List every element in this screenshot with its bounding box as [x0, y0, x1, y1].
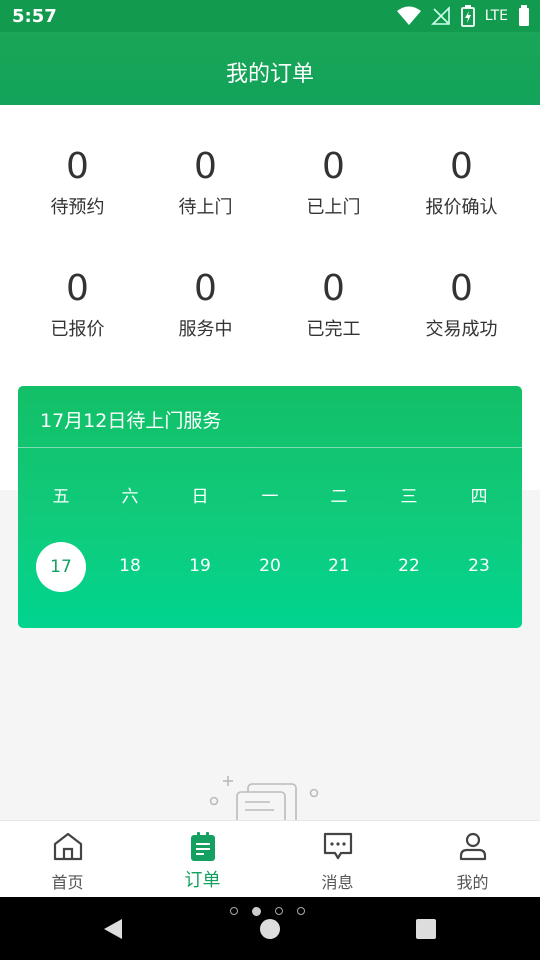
page-indicator: [230, 907, 305, 916]
tab-profile[interactable]: 我的: [405, 821, 540, 898]
stat-count: 0: [450, 146, 473, 187]
profile-icon: [459, 832, 486, 861]
stat-count: 0: [194, 268, 217, 309]
stat-count: 0: [66, 146, 89, 187]
calendar-day[interactable]: 22: [374, 556, 444, 576]
weekday-label: 四: [470, 487, 488, 507]
page-dot: [275, 907, 283, 915]
back-icon[interactable]: [102, 917, 124, 941]
weekday-label: 二: [330, 487, 348, 507]
stat-pending-appointment[interactable]: 0 待预约: [10, 147, 145, 219]
calendar-day[interactable]: 20: [235, 556, 305, 576]
stat-count: 0: [322, 146, 345, 187]
stat-quoted[interactable]: 0 已报价: [10, 269, 145, 341]
weekday-label: 三: [400, 487, 418, 507]
message-icon: [323, 832, 352, 860]
empty-orders-icon: [209, 776, 319, 822]
tab-label: 订单: [184, 870, 221, 891]
stat-completed[interactable]: 0 已完工: [266, 269, 401, 341]
tab-home[interactable]: 首页: [0, 821, 135, 898]
status-icons: LTE: [396, 5, 530, 27]
system-nav-bar: [0, 897, 540, 960]
page-dot: [230, 907, 238, 915]
no-signal-icon: [430, 6, 450, 25]
bottom-tab-bar: 首页 订单 消息 我的: [0, 820, 540, 897]
tab-label: 首页: [51, 873, 84, 892]
tab-label: 我的: [456, 873, 489, 892]
stat-in-service[interactable]: 0 服务中: [138, 269, 273, 341]
stat-deal-success[interactable]: 0 交易成功: [394, 269, 529, 341]
calendar-day[interactable]: 18: [95, 556, 165, 576]
home-button-icon[interactable]: [259, 918, 281, 940]
stat-count: 0: [322, 268, 345, 309]
calendar-day[interactable]: 19: [165, 556, 235, 576]
page-dot-active: [252, 907, 261, 916]
weekday-label: 六: [121, 487, 139, 507]
stat-label: 已完工: [306, 319, 361, 340]
stat-label: 待预约: [50, 197, 105, 218]
stat-label: 服务中: [178, 319, 233, 340]
wifi-icon: [396, 6, 421, 25]
stat-label: 待上门: [178, 197, 233, 218]
battery-icon: [519, 5, 529, 26]
calendar-card: 17月12日待上门服务 五 六 日 一 二 三 四 17 18 19 20 21…: [18, 386, 522, 628]
stat-visited[interactable]: 0 已上门: [266, 147, 401, 219]
weekday-label: 五: [52, 487, 70, 507]
stat-pending-visit[interactable]: 0 待上门: [138, 147, 273, 219]
weekday-label: 一: [261, 487, 279, 507]
weekday-label: 日: [191, 487, 209, 507]
stat-count: 0: [194, 146, 217, 187]
tab-orders[interactable]: 订单: [135, 821, 270, 898]
stat-quote-confirm[interactable]: 0 报价确认: [394, 147, 529, 219]
stat-count: 0: [66, 268, 89, 309]
status-bar: 5:57 LTE: [0, 0, 540, 32]
order-icon: [190, 832, 215, 861]
status-time: 5:57: [12, 6, 57, 27]
app-header: 我的订单: [0, 32, 540, 105]
calendar-day-selected[interactable]: 17: [36, 542, 86, 592]
home-icon: [53, 832, 82, 861]
tab-messages[interactable]: 消息: [270, 821, 405, 898]
page-title: 我的订单: [225, 62, 314, 87]
stat-label: 报价确认: [425, 197, 498, 218]
tab-label: 消息: [321, 873, 354, 892]
calendar-divider: [18, 447, 522, 448]
page-dot: [297, 907, 305, 915]
recents-icon[interactable]: [416, 919, 436, 939]
battery-charging-icon: [460, 5, 475, 27]
stat-label: 已报价: [50, 319, 105, 340]
calendar-day[interactable]: 23: [444, 556, 514, 576]
calendar-day[interactable]: 21: [304, 556, 374, 576]
stat-label: 已上门: [306, 197, 361, 218]
network-label: LTE: [484, 8, 508, 24]
stat-label: 交易成功: [425, 319, 498, 340]
calendar-title: 17月12日待上门服务: [40, 410, 222, 432]
stat-count: 0: [450, 268, 473, 309]
